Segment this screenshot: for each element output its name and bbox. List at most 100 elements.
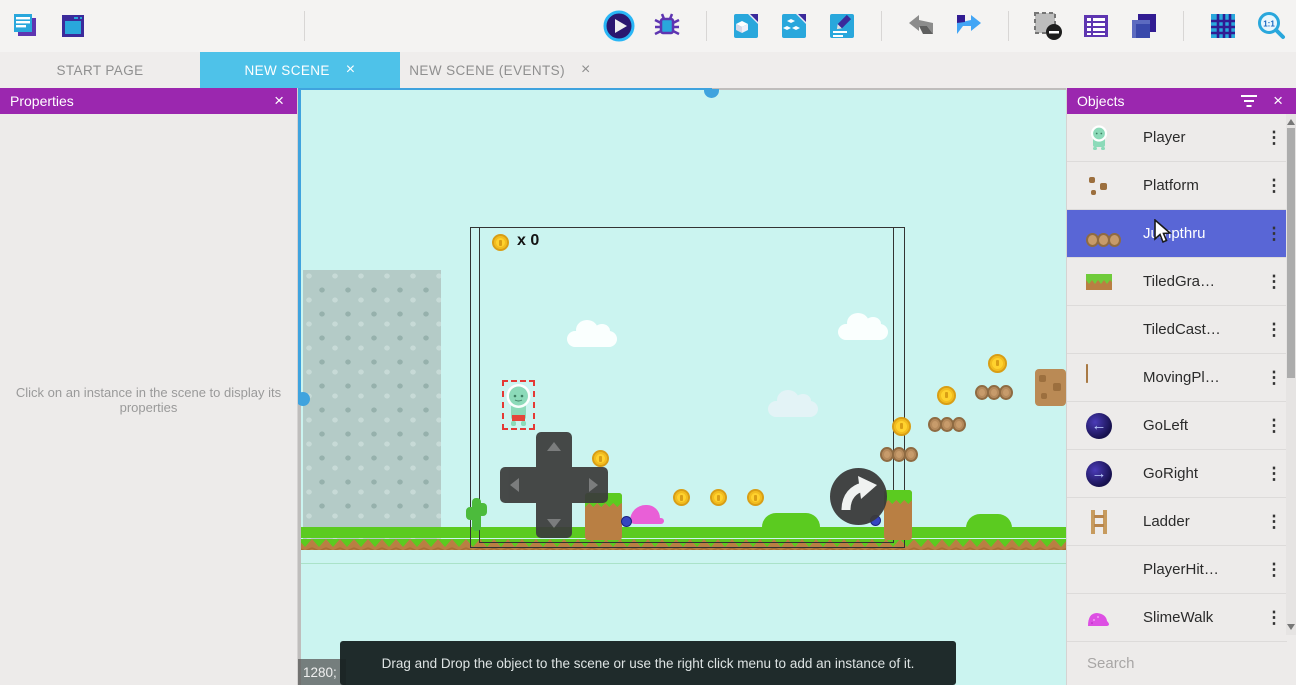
cactus-instance[interactable] xyxy=(472,498,481,531)
zoom-ratio-icon[interactable]: 1:1 xyxy=(1254,9,1288,43)
player-hitbox-icon xyxy=(1086,557,1112,583)
jumpthru-instance[interactable] xyxy=(930,417,966,432)
row-menu-icon[interactable]: ⋮ xyxy=(1261,416,1287,436)
row-menu-icon[interactable]: ⋮ xyxy=(1261,464,1287,484)
gdevelop-editor: 1:1 START PAGE NEW SCENE × NEW SCENE (EV… xyxy=(0,0,1296,685)
scroll-down-icon[interactable] xyxy=(1287,624,1295,632)
drag-drop-tooltip: Drag and Drop the object to the scene or… xyxy=(340,641,956,685)
properties-panel: Properties × Click on an instance in the… xyxy=(0,88,298,685)
scroll-up-icon[interactable] xyxy=(1287,117,1295,125)
close-icon[interactable]: × xyxy=(271,91,287,111)
scene-canvas[interactable]: x 0 xyxy=(298,88,1066,685)
jump-button-instance[interactable] xyxy=(830,468,887,525)
platform-block-instance[interactable] xyxy=(1035,369,1066,406)
tab-new-scene[interactable]: NEW SCENE × xyxy=(200,52,400,88)
go-left-icon: ← xyxy=(1086,413,1112,439)
tiled-grass-icon xyxy=(1086,269,1112,295)
layers-icon[interactable] xyxy=(1127,9,1161,43)
object-row-moving-platform[interactable]: MovingPl… ⋮ xyxy=(1067,354,1287,402)
object-label: SlimeWalk xyxy=(1143,609,1261,626)
coin-instance[interactable] xyxy=(988,354,1007,373)
undo-icon[interactable] xyxy=(904,9,938,43)
jumpthru-instance[interactable] xyxy=(882,447,918,462)
left-edge-line xyxy=(298,398,301,685)
coin-instance[interactable] xyxy=(892,417,911,436)
objects-title: Objects xyxy=(1077,93,1240,109)
tab-close-icon[interactable]: × xyxy=(346,62,356,78)
dpad-up-arrow-icon xyxy=(547,442,561,451)
instances-list-icon[interactable] xyxy=(1079,9,1113,43)
toolbar-divider xyxy=(881,11,882,41)
file-list-icon[interactable] xyxy=(8,9,42,43)
objects-search xyxy=(1067,642,1296,685)
dpad-right-arrow-icon xyxy=(589,478,598,492)
row-menu-icon[interactable]: ⋮ xyxy=(1261,560,1287,580)
jumpthru-instance[interactable] xyxy=(977,385,1013,400)
grid-icon[interactable] xyxy=(1206,9,1240,43)
row-menu-icon[interactable]: ⋮ xyxy=(1261,272,1287,292)
toolbar-divider xyxy=(1008,11,1009,41)
ball-instance[interactable] xyxy=(621,516,632,527)
objects-header: Objects × xyxy=(1067,88,1296,114)
coin-instance[interactable] xyxy=(937,386,956,405)
tab-new-scene-events[interactable]: NEW SCENE (EVENTS) × xyxy=(400,52,600,88)
object-row-go-right[interactable]: → GoRight ⋮ xyxy=(1067,450,1287,498)
player-icon xyxy=(1086,125,1112,151)
properties-header: Properties × xyxy=(0,88,297,114)
grass-block-instance[interactable] xyxy=(884,490,912,540)
row-menu-icon[interactable]: ⋮ xyxy=(1261,128,1287,148)
objects-doc-icon[interactable] xyxy=(777,9,811,43)
player-instance[interactable] xyxy=(502,380,535,430)
properties-empty-message: Click on an instance in the scene to dis… xyxy=(8,385,289,415)
filter-icon[interactable] xyxy=(1240,95,1258,107)
edit-doc-icon[interactable] xyxy=(825,9,859,43)
dpad-left-arrow-icon xyxy=(510,478,519,492)
object-row-go-left[interactable]: ← GoLeft ⋮ xyxy=(1067,402,1287,450)
scrollbar-thumb[interactable] xyxy=(1287,128,1295,378)
dpad-control-instance[interactable] xyxy=(500,432,608,538)
redo-icon[interactable] xyxy=(952,9,986,43)
dpad-down-arrow-icon xyxy=(547,519,561,528)
object-row-ladder[interactable]: Ladder ⋮ xyxy=(1067,498,1287,546)
top-resize-handle[interactable] xyxy=(704,89,719,98)
tab-bar: START PAGE NEW SCENE × NEW SCENE (EVENTS… xyxy=(0,52,1296,88)
row-menu-icon[interactable]: ⋮ xyxy=(1261,320,1287,340)
play-icon[interactable] xyxy=(602,9,636,43)
tab-start-page[interactable]: START PAGE xyxy=(0,52,200,88)
object-row-slime-walk[interactable]: SlimeWalk ⋮ xyxy=(1067,594,1287,642)
row-menu-icon[interactable]: ⋮ xyxy=(1261,608,1287,628)
scene-doc-icon[interactable] xyxy=(729,9,763,43)
object-row-tiled-grass[interactable]: TiledGra… ⋮ xyxy=(1067,258,1287,306)
coin-instance[interactable] xyxy=(673,489,690,506)
objects-scrollbar[interactable] xyxy=(1286,114,1296,635)
tiled-castle-instance[interactable] xyxy=(303,270,441,540)
toolbar: 1:1 xyxy=(0,0,1296,52)
object-row-jumpthru[interactable]: Jumpthru ⋮ xyxy=(1067,210,1287,258)
jumpthru-icon xyxy=(1086,221,1112,247)
mask-icon[interactable] xyxy=(1031,9,1065,43)
slime-instance[interactable] xyxy=(630,505,660,524)
row-menu-icon[interactable]: ⋮ xyxy=(1261,512,1287,532)
tab-close-icon[interactable]: × xyxy=(581,62,591,78)
go-right-icon: → xyxy=(1086,461,1112,487)
row-menu-icon[interactable]: ⋮ xyxy=(1261,368,1287,388)
search-input[interactable] xyxy=(1087,655,1286,672)
object-row-player[interactable]: Player ⋮ xyxy=(1067,114,1287,162)
slime-icon xyxy=(1086,605,1112,631)
coin-instance[interactable] xyxy=(710,489,727,506)
object-row-player-hitbox[interactable]: PlayerHit… ⋮ xyxy=(1067,546,1287,594)
row-menu-icon[interactable]: ⋮ xyxy=(1261,176,1287,196)
close-icon[interactable]: × xyxy=(1270,91,1286,111)
grass-bump-instance[interactable] xyxy=(966,514,1012,528)
object-label: Player xyxy=(1143,129,1261,146)
object-label: GoRight xyxy=(1143,465,1261,482)
coin-instance[interactable] xyxy=(747,489,764,506)
object-row-platform[interactable]: Platform ⋮ xyxy=(1067,162,1287,210)
row-menu-icon[interactable]: ⋮ xyxy=(1261,224,1287,244)
tiled-castle-icon xyxy=(1086,317,1112,343)
hud-coin-icon[interactable] xyxy=(492,234,509,251)
tab-label: NEW SCENE (EVENTS) xyxy=(409,63,565,78)
debug-icon[interactable] xyxy=(650,9,684,43)
object-row-tiled-castle[interactable]: TiledCast… ⋮ xyxy=(1067,306,1287,354)
project-window-icon[interactable] xyxy=(56,9,90,43)
